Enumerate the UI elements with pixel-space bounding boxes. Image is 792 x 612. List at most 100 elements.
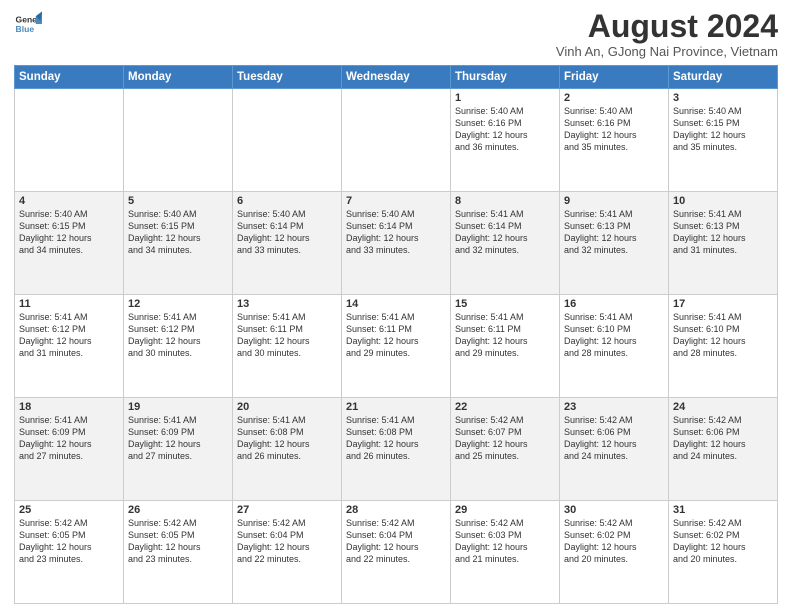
day-info-w0-d5: Sunrise: 5:40 AM Sunset: 6:16 PM Dayligh… <box>564 105 664 154</box>
calendar-cell-w2-d0: 11Sunrise: 5:41 AM Sunset: 6:12 PM Dayli… <box>15 295 124 398</box>
day-number-w2-d3: 14 <box>346 298 446 310</box>
calendar-cell-w3-d1: 19Sunrise: 5:41 AM Sunset: 6:09 PM Dayli… <box>124 398 233 501</box>
day-info-w1-d0: Sunrise: 5:40 AM Sunset: 6:15 PM Dayligh… <box>19 208 119 257</box>
day-number-w4-d3: 28 <box>346 504 446 516</box>
day-info-w2-d1: Sunrise: 5:41 AM Sunset: 6:12 PM Dayligh… <box>128 311 228 360</box>
calendar-cell-w1-d5: 9Sunrise: 5:41 AM Sunset: 6:13 PM Daylig… <box>560 192 669 295</box>
calendar-cell-w0-d5: 2Sunrise: 5:40 AM Sunset: 6:16 PM Daylig… <box>560 89 669 192</box>
day-info-w0-d4: Sunrise: 5:40 AM Sunset: 6:16 PM Dayligh… <box>455 105 555 154</box>
day-number-w3-d3: 21 <box>346 401 446 413</box>
day-number-w2-d0: 11 <box>19 298 119 310</box>
header: General Blue August 2024 Vinh An, GJong … <box>14 10 778 59</box>
day-info-w2-d0: Sunrise: 5:41 AM Sunset: 6:12 PM Dayligh… <box>19 311 119 360</box>
day-number-w1-d2: 6 <box>237 195 337 207</box>
calendar-cell-w1-d4: 8Sunrise: 5:41 AM Sunset: 6:14 PM Daylig… <box>451 192 560 295</box>
day-info-w2-d4: Sunrise: 5:41 AM Sunset: 6:11 PM Dayligh… <box>455 311 555 360</box>
day-info-w3-d3: Sunrise: 5:41 AM Sunset: 6:08 PM Dayligh… <box>346 414 446 463</box>
day-number-w3-d5: 23 <box>564 401 664 413</box>
day-number-w1-d5: 9 <box>564 195 664 207</box>
calendar-cell-w0-d0 <box>15 89 124 192</box>
day-info-w2-d3: Sunrise: 5:41 AM Sunset: 6:11 PM Dayligh… <box>346 311 446 360</box>
day-info-w4-d2: Sunrise: 5:42 AM Sunset: 6:04 PM Dayligh… <box>237 517 337 566</box>
day-number-w1-d4: 8 <box>455 195 555 207</box>
calendar-cell-w3-d6: 24Sunrise: 5:42 AM Sunset: 6:06 PM Dayli… <box>669 398 778 501</box>
day-info-w3-d6: Sunrise: 5:42 AM Sunset: 6:06 PM Dayligh… <box>673 414 773 463</box>
svg-text:Blue: Blue <box>16 24 35 34</box>
day-info-w2-d2: Sunrise: 5:41 AM Sunset: 6:11 PM Dayligh… <box>237 311 337 360</box>
day-info-w1-d4: Sunrise: 5:41 AM Sunset: 6:14 PM Dayligh… <box>455 208 555 257</box>
calendar-cell-w2-d6: 17Sunrise: 5:41 AM Sunset: 6:10 PM Dayli… <box>669 295 778 398</box>
calendar-cell-w2-d5: 16Sunrise: 5:41 AM Sunset: 6:10 PM Dayli… <box>560 295 669 398</box>
calendar-cell-w4-d1: 26Sunrise: 5:42 AM Sunset: 6:05 PM Dayli… <box>124 501 233 604</box>
calendar-table: Sunday Monday Tuesday Wednesday Thursday… <box>14 65 778 604</box>
calendar-cell-w1-d3: 7Sunrise: 5:40 AM Sunset: 6:14 PM Daylig… <box>342 192 451 295</box>
day-number-w2-d4: 15 <box>455 298 555 310</box>
calendar-header-row: Sunday Monday Tuesday Wednesday Thursday… <box>15 66 778 89</box>
calendar-cell-w3-d4: 22Sunrise: 5:42 AM Sunset: 6:07 PM Dayli… <box>451 398 560 501</box>
week-row-4: 25Sunrise: 5:42 AM Sunset: 6:05 PM Dayli… <box>15 501 778 604</box>
calendar-cell-w4-d6: 31Sunrise: 5:42 AM Sunset: 6:02 PM Dayli… <box>669 501 778 604</box>
day-number-w1-d6: 10 <box>673 195 773 207</box>
header-saturday: Saturday <box>669 66 778 89</box>
header-thursday: Thursday <box>451 66 560 89</box>
week-row-2: 11Sunrise: 5:41 AM Sunset: 6:12 PM Dayli… <box>15 295 778 398</box>
week-row-0: 1Sunrise: 5:40 AM Sunset: 6:16 PM Daylig… <box>15 89 778 192</box>
week-row-1: 4Sunrise: 5:40 AM Sunset: 6:15 PM Daylig… <box>15 192 778 295</box>
header-wednesday: Wednesday <box>342 66 451 89</box>
month-year: August 2024 <box>556 10 778 42</box>
day-number-w2-d6: 17 <box>673 298 773 310</box>
location: Vinh An, GJong Nai Province, Vietnam <box>556 44 778 59</box>
day-info-w3-d1: Sunrise: 5:41 AM Sunset: 6:09 PM Dayligh… <box>128 414 228 463</box>
day-info-w3-d0: Sunrise: 5:41 AM Sunset: 6:09 PM Dayligh… <box>19 414 119 463</box>
title-block: August 2024 Vinh An, GJong Nai Province,… <box>556 10 778 59</box>
day-info-w1-d1: Sunrise: 5:40 AM Sunset: 6:15 PM Dayligh… <box>128 208 228 257</box>
day-info-w2-d6: Sunrise: 5:41 AM Sunset: 6:10 PM Dayligh… <box>673 311 773 360</box>
day-number-w1-d3: 7 <box>346 195 446 207</box>
calendar-cell-w2-d2: 13Sunrise: 5:41 AM Sunset: 6:11 PM Dayli… <box>233 295 342 398</box>
day-info-w3-d2: Sunrise: 5:41 AM Sunset: 6:08 PM Dayligh… <box>237 414 337 463</box>
day-info-w4-d1: Sunrise: 5:42 AM Sunset: 6:05 PM Dayligh… <box>128 517 228 566</box>
day-number-w1-d0: 4 <box>19 195 119 207</box>
day-number-w3-d0: 18 <box>19 401 119 413</box>
day-info-w1-d5: Sunrise: 5:41 AM Sunset: 6:13 PM Dayligh… <box>564 208 664 257</box>
header-tuesday: Tuesday <box>233 66 342 89</box>
header-monday: Monday <box>124 66 233 89</box>
calendar-cell-w4-d5: 30Sunrise: 5:42 AM Sunset: 6:02 PM Dayli… <box>560 501 669 604</box>
day-number-w4-d5: 30 <box>564 504 664 516</box>
calendar-cell-w3-d3: 21Sunrise: 5:41 AM Sunset: 6:08 PM Dayli… <box>342 398 451 501</box>
calendar-cell-w1-d2: 6Sunrise: 5:40 AM Sunset: 6:14 PM Daylig… <box>233 192 342 295</box>
header-friday: Friday <box>560 66 669 89</box>
calendar-cell-w4-d4: 29Sunrise: 5:42 AM Sunset: 6:03 PM Dayli… <box>451 501 560 604</box>
day-info-w4-d5: Sunrise: 5:42 AM Sunset: 6:02 PM Dayligh… <box>564 517 664 566</box>
day-number-w3-d4: 22 <box>455 401 555 413</box>
calendar-cell-w2-d3: 14Sunrise: 5:41 AM Sunset: 6:11 PM Dayli… <box>342 295 451 398</box>
calendar-cell-w0-d2 <box>233 89 342 192</box>
calendar-cell-w0-d6: 3Sunrise: 5:40 AM Sunset: 6:15 PM Daylig… <box>669 89 778 192</box>
calendar-cell-w1-d6: 10Sunrise: 5:41 AM Sunset: 6:13 PM Dayli… <box>669 192 778 295</box>
day-info-w1-d2: Sunrise: 5:40 AM Sunset: 6:14 PM Dayligh… <box>237 208 337 257</box>
calendar-cell-w0-d1 <box>124 89 233 192</box>
calendar-cell-w4-d2: 27Sunrise: 5:42 AM Sunset: 6:04 PM Dayli… <box>233 501 342 604</box>
day-number-w2-d2: 13 <box>237 298 337 310</box>
calendar-cell-w4-d3: 28Sunrise: 5:42 AM Sunset: 6:04 PM Dayli… <box>342 501 451 604</box>
day-number-w4-d1: 26 <box>128 504 228 516</box>
calendar-cell-w3-d5: 23Sunrise: 5:42 AM Sunset: 6:06 PM Dayli… <box>560 398 669 501</box>
day-info-w4-d3: Sunrise: 5:42 AM Sunset: 6:04 PM Dayligh… <box>346 517 446 566</box>
day-number-w4-d2: 27 <box>237 504 337 516</box>
day-number-w4-d0: 25 <box>19 504 119 516</box>
calendar-cell-w2-d1: 12Sunrise: 5:41 AM Sunset: 6:12 PM Dayli… <box>124 295 233 398</box>
page: General Blue August 2024 Vinh An, GJong … <box>0 0 792 612</box>
day-number-w0-d4: 1 <box>455 92 555 104</box>
day-info-w4-d0: Sunrise: 5:42 AM Sunset: 6:05 PM Dayligh… <box>19 517 119 566</box>
calendar-cell-w0-d4: 1Sunrise: 5:40 AM Sunset: 6:16 PM Daylig… <box>451 89 560 192</box>
day-info-w2-d5: Sunrise: 5:41 AM Sunset: 6:10 PM Dayligh… <box>564 311 664 360</box>
calendar-cell-w0-d3 <box>342 89 451 192</box>
day-number-w0-d5: 2 <box>564 92 664 104</box>
day-info-w3-d5: Sunrise: 5:42 AM Sunset: 6:06 PM Dayligh… <box>564 414 664 463</box>
day-info-w1-d3: Sunrise: 5:40 AM Sunset: 6:14 PM Dayligh… <box>346 208 446 257</box>
day-number-w4-d4: 29 <box>455 504 555 516</box>
calendar-cell-w1-d1: 5Sunrise: 5:40 AM Sunset: 6:15 PM Daylig… <box>124 192 233 295</box>
day-number-w1-d1: 5 <box>128 195 228 207</box>
calendar-cell-w2-d4: 15Sunrise: 5:41 AM Sunset: 6:11 PM Dayli… <box>451 295 560 398</box>
day-info-w4-d6: Sunrise: 5:42 AM Sunset: 6:02 PM Dayligh… <box>673 517 773 566</box>
